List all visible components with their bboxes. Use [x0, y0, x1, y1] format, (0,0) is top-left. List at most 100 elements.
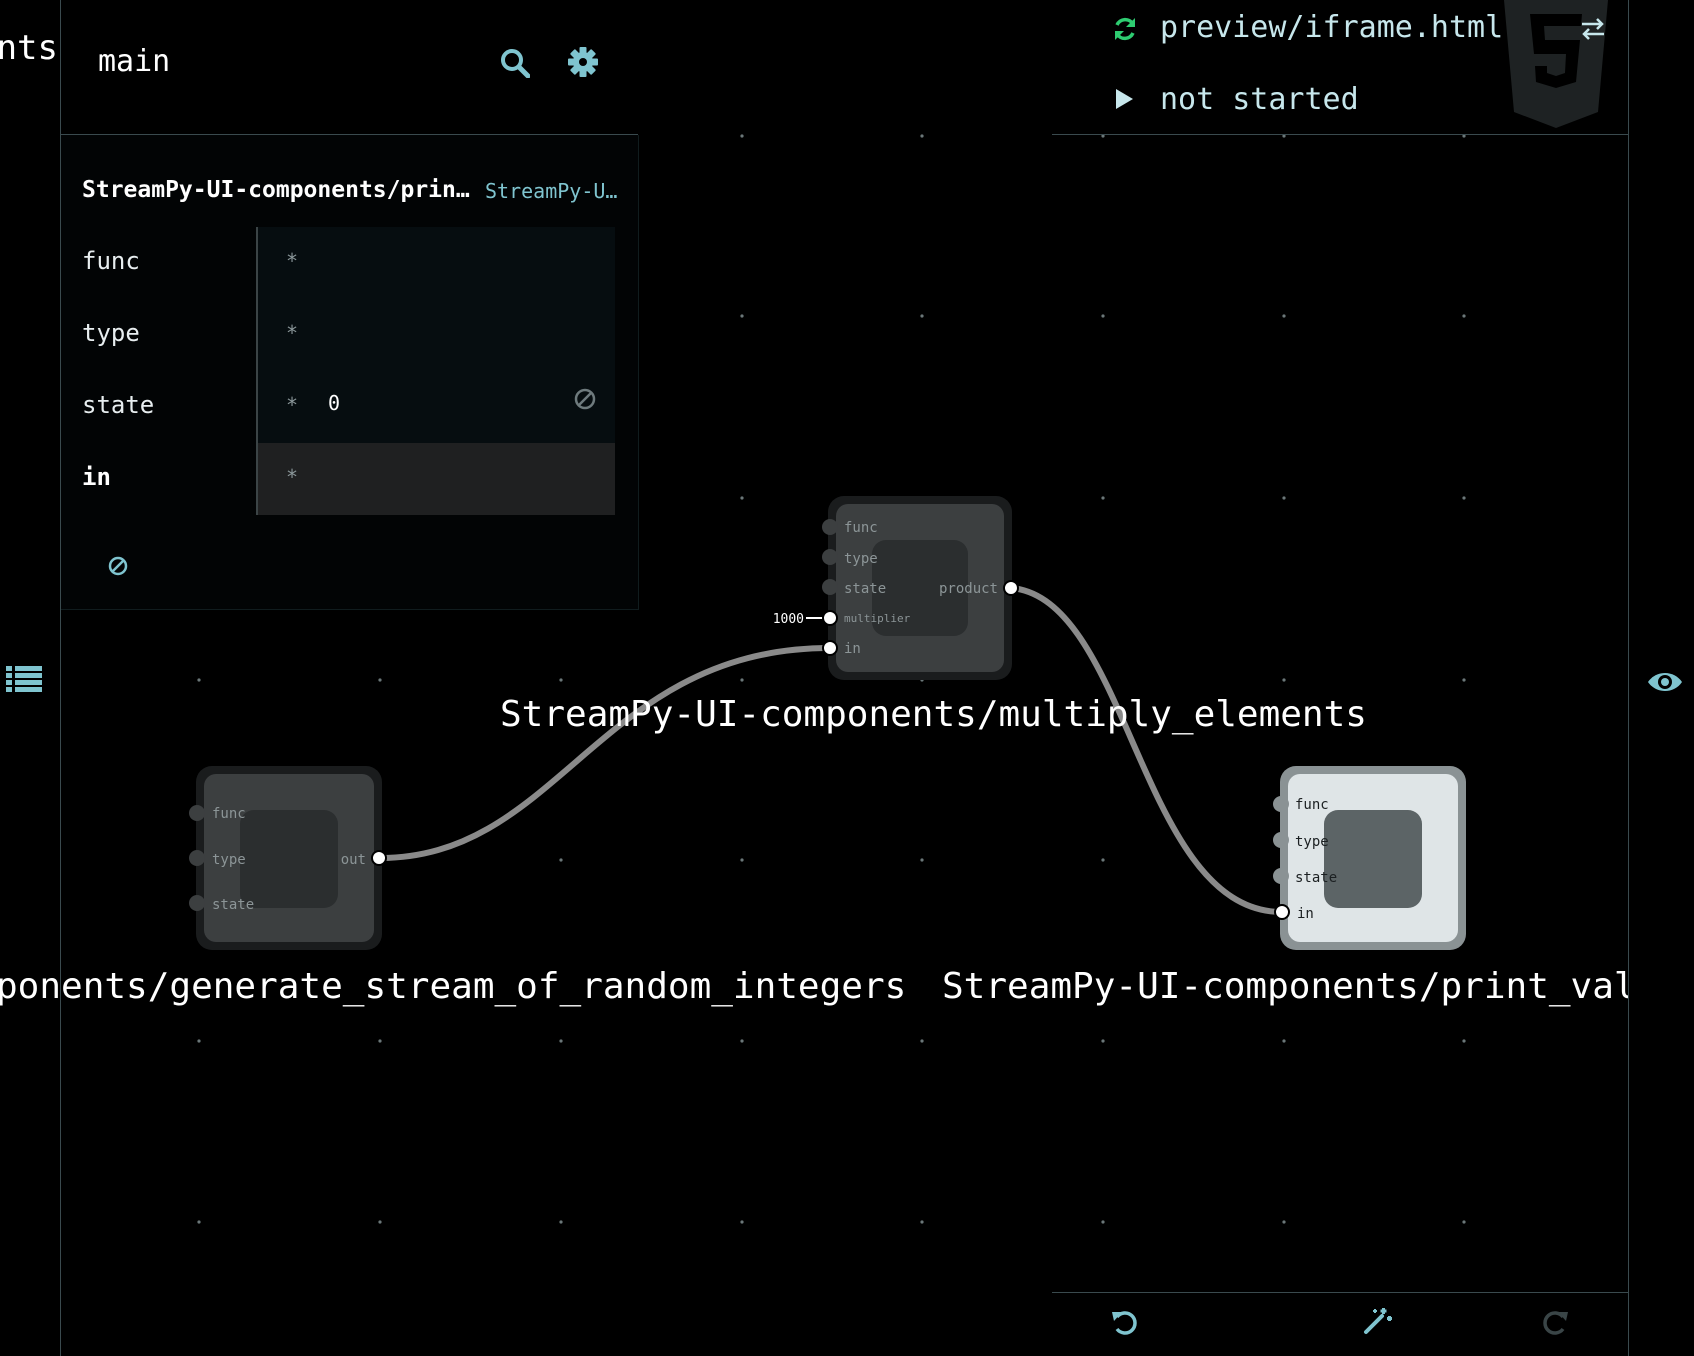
grid-dot: [559, 678, 563, 682]
swap-icon[interactable]: [1580, 18, 1606, 40]
port-label: func: [1295, 797, 1329, 813]
grid-dot: [1462, 496, 1466, 500]
port-row-type: type *: [61, 299, 615, 371]
inport-multiplier[interactable]: [822, 610, 838, 626]
grid-dot: [920, 1220, 924, 1224]
redo-icon[interactable]: [1542, 1308, 1570, 1336]
node-multiply-elements[interactable]: func type state multiplier in product 10…: [773, 496, 1019, 680]
node-print-value[interactable]: func type state in: [1273, 766, 1466, 950]
port-value-field[interactable]: * 0: [256, 371, 615, 443]
preview-file[interactable]: preview/iframe.html: [1160, 10, 1503, 45]
grid-dot: [740, 134, 744, 138]
inport-in[interactable]: [1274, 904, 1290, 920]
grid-dot: [1462, 314, 1466, 318]
grid-dot: [740, 1039, 744, 1043]
grid-dot: [1282, 314, 1286, 318]
block-icon[interactable]: [573, 387, 597, 411]
inspector-component-link[interactable]: StreamPy-U…: [485, 179, 621, 203]
grid-dot: [378, 1039, 382, 1043]
grid-dot: [740, 858, 744, 862]
grid-dot: [1462, 1039, 1466, 1043]
block-icon[interactable]: [107, 555, 129, 577]
port-value[interactable]: 0: [328, 391, 340, 415]
outport-out[interactable]: [371, 850, 387, 866]
node-label-print: StreamPy-UI-components/print_value_s: [942, 966, 1628, 1007]
port-label: out: [341, 852, 366, 868]
port-label: multiplier: [844, 612, 911, 625]
port-type-star: *: [286, 249, 299, 273]
grid-dot: [378, 678, 382, 682]
port-label: in: [844, 641, 861, 657]
eye-icon[interactable]: [1646, 668, 1684, 696]
grid-dot: [1101, 496, 1105, 500]
edge-generate-to-multiply[interactable]: [379, 645, 831, 861]
port-type-star: *: [286, 321, 299, 345]
port-name: in: [82, 463, 111, 491]
port-name: type: [82, 319, 140, 347]
grid-dot: [559, 858, 563, 862]
edge-multiply-to-print[interactable]: [1011, 585, 1283, 915]
node-label-multiply: StreamPy-UI-components/multiply_elements: [500, 694, 1367, 735]
port-type-star: *: [286, 393, 299, 417]
port-label: in: [1297, 906, 1314, 922]
refresh-icon[interactable]: [1112, 16, 1138, 42]
preview-status: not started: [1160, 82, 1359, 117]
port-name: func: [82, 247, 140, 275]
grid-dot: [1101, 1220, 1105, 1224]
library-title-fragment: nts: [0, 28, 58, 68]
grid-dot: [197, 1220, 201, 1224]
port-label: product: [939, 581, 998, 597]
search-icon[interactable]: [500, 48, 530, 78]
port-value-field[interactable]: *: [256, 227, 615, 299]
grid-dot: [1101, 858, 1105, 862]
iip-value: 1000: [773, 612, 804, 627]
grid-dot: [1282, 1220, 1286, 1224]
grid-dot: [920, 314, 924, 318]
play-icon[interactable]: [1114, 88, 1134, 110]
port-row-func: func *: [61, 227, 615, 299]
grid-dot: [197, 1039, 201, 1043]
port-label: state: [844, 581, 886, 597]
toolbar-divider: [1052, 1292, 1628, 1293]
grid-dot: [920, 858, 924, 862]
port-label: type: [212, 852, 246, 868]
grid-dot: [1282, 496, 1286, 500]
inport-in[interactable]: [822, 640, 838, 656]
port-label: type: [844, 551, 878, 567]
port-value-field[interactable]: *: [256, 299, 615, 371]
node-label-generate: ponents/generate_stream_of_random_intege…: [0, 966, 907, 1007]
undo-icon[interactable]: [1110, 1308, 1138, 1336]
port-label: state: [1295, 870, 1337, 886]
wand-icon[interactable]: [1362, 1306, 1392, 1336]
grid-dot: [1101, 1039, 1105, 1043]
grid-dot: [740, 678, 744, 682]
port-label: func: [212, 806, 246, 822]
port-label: state: [212, 897, 254, 913]
port-label: type: [1295, 834, 1329, 850]
node-inspector: StreamPy-UI-components/print… StreamPy-U…: [61, 135, 639, 610]
list-icon[interactable]: [6, 664, 42, 694]
port-row-state: state * 0: [61, 371, 615, 443]
grid-dot: [559, 1039, 563, 1043]
node-generate-stream[interactable]: func type state out: [189, 766, 387, 950]
grid-dot: [1282, 678, 1286, 682]
port-type-star: *: [286, 465, 299, 489]
grid-dot: [740, 314, 744, 318]
grid-dot: [920, 1039, 924, 1043]
graph-title: main: [98, 44, 171, 79]
port-row-in: in *: [61, 443, 615, 515]
grid-dot: [920, 134, 924, 138]
grid-dot: [740, 1220, 744, 1224]
grid-dot: [1101, 314, 1105, 318]
grid-dot: [197, 678, 201, 682]
port-name: state: [82, 391, 155, 419]
outport-product[interactable]: [1003, 580, 1019, 596]
grid-dot: [740, 496, 744, 500]
grid-dot: [1462, 1220, 1466, 1224]
grid-dot: [1282, 1039, 1286, 1043]
grid-dot: [378, 1220, 382, 1224]
gear-icon[interactable]: [568, 47, 598, 77]
grid-dot: [1462, 678, 1466, 682]
grid-dot: [559, 1220, 563, 1224]
port-value-field[interactable]: *: [256, 443, 615, 515]
